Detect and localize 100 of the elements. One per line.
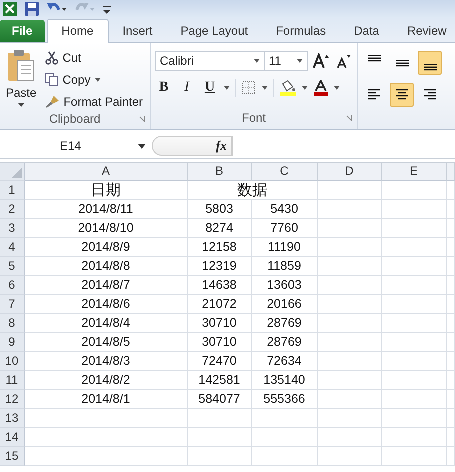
cut-button[interactable]: Cut (44, 49, 144, 67)
table-cell (318, 371, 382, 390)
ribbon-tab[interactable]: Data (340, 20, 394, 42)
table-cell (382, 181, 447, 200)
table-cell (318, 200, 382, 219)
column-header[interactable]: D (318, 163, 382, 181)
column-header[interactable]: B (188, 163, 252, 181)
row-header[interactable]: 8 (0, 314, 25, 333)
table-cell (188, 447, 252, 466)
paste-button[interactable]: Paste (4, 47, 39, 111)
copy-button[interactable]: Copy (44, 71, 144, 89)
table-cell: 日期 (25, 181, 188, 200)
row-header[interactable]: 9 (0, 333, 25, 352)
align-lines-icon (396, 60, 408, 66)
ribbon-tab[interactable]: Page Layout (166, 20, 262, 42)
table-cell: 28769 (252, 333, 318, 352)
bold-button[interactable]: B (155, 79, 173, 97)
save-icon[interactable] (24, 1, 40, 17)
dialog-launcher-icon[interactable] (346, 115, 353, 122)
row-header[interactable]: 5 (0, 257, 25, 276)
table-cell (188, 428, 252, 447)
table-cell: 2014/8/4 (25, 314, 188, 333)
table-cell: 142581 (188, 371, 252, 390)
borders-icon[interactable] (241, 80, 257, 96)
caret-icon[interactable] (302, 86, 308, 90)
caret-icon[interactable] (334, 86, 340, 90)
italic-button[interactable]: I (178, 79, 196, 97)
table-cell: 2014/8/7 (25, 276, 188, 295)
table-cell (318, 314, 382, 333)
align-center-button[interactable] (390, 83, 414, 107)
table-cell: 584077 (188, 390, 252, 409)
ribbon-tab[interactable]: Formulas (262, 20, 340, 42)
group-label: Clipboard (49, 112, 101, 126)
table-cell: 2014/8/8 (25, 257, 188, 276)
excel-icon[interactable] (2, 1, 18, 17)
row-header[interactable]: 7 (0, 295, 25, 314)
format-painter-button[interactable]: Format Painter (44, 93, 144, 111)
caret-icon[interactable] (262, 86, 268, 90)
caret-icon (138, 144, 146, 148)
ribbon-tab[interactable]: Review (393, 20, 455, 42)
table-cell (318, 219, 382, 238)
ribbon-tab[interactable]: Insert (108, 20, 167, 42)
table-cell: 21072 (188, 295, 252, 314)
table-cell (188, 409, 252, 428)
column-header[interactable]: E (382, 163, 447, 181)
ribbon-tab[interactable]: Home (46, 19, 109, 43)
caret-icon (94, 78, 101, 82)
table-cell (382, 409, 447, 428)
underline-button[interactable]: U (201, 79, 219, 97)
row-header[interactable]: 11 (0, 371, 25, 390)
table-cell (318, 295, 382, 314)
table-cell: 2014/8/2 (25, 371, 188, 390)
table-cell: 2014/8/9 (25, 238, 188, 257)
fill-color-icon[interactable] (279, 80, 297, 96)
column-header[interactable]: C (252, 163, 318, 181)
align-lines-icon (424, 64, 436, 71)
table-cell (382, 238, 447, 257)
caret-icon (254, 59, 260, 63)
table-cell (382, 428, 447, 447)
table-cell (382, 314, 447, 333)
row-header[interactable]: 13 (0, 409, 25, 428)
table-cell: 2014/8/3 (25, 352, 188, 371)
grow-font-icon[interactable] (313, 53, 331, 69)
row-header[interactable]: 6 (0, 276, 25, 295)
row-header[interactable]: 14 (0, 428, 25, 447)
table-cell: 2014/8/6 (25, 295, 188, 314)
row-header[interactable]: 1 (0, 181, 25, 200)
name-box[interactable]: E14 (0, 136, 152, 156)
align-bottom-button[interactable] (418, 51, 442, 75)
table-cell (318, 352, 382, 371)
row-header[interactable]: 3 (0, 219, 25, 238)
row-header[interactable]: 12 (0, 390, 25, 409)
brush-icon (44, 95, 60, 109)
row-header[interactable]: 15 (0, 447, 25, 466)
shrink-font-icon[interactable] (336, 53, 352, 69)
table-cell (382, 200, 447, 219)
caret-icon[interactable] (224, 86, 230, 90)
table-cell: 5803 (188, 200, 252, 219)
table-cell: 数据 (188, 181, 318, 200)
table-cell (318, 181, 382, 200)
font-color-icon[interactable] (313, 80, 329, 96)
row-header[interactable]: 4 (0, 238, 25, 257)
row-header[interactable]: 10 (0, 352, 25, 371)
table-cell: 7760 (252, 219, 318, 238)
table-cell: 2014/8/1 (25, 390, 188, 409)
font-name-field[interactable]: Calibri (155, 51, 265, 71)
dialog-launcher-icon[interactable] (139, 116, 146, 123)
column-header[interactable]: A (25, 163, 188, 181)
table-cell: 555366 (252, 390, 318, 409)
table-cell: 13603 (252, 276, 318, 295)
row-header[interactable]: 2 (0, 200, 25, 219)
insert-function-button[interactable]: fx (216, 138, 227, 154)
font-size-field[interactable]: 11 (264, 51, 308, 71)
table-cell: 12158 (188, 238, 252, 257)
group-label: Font (242, 111, 266, 125)
table-cell (318, 390, 382, 409)
ribbon-tab[interactable]: File (0, 20, 45, 42)
table-cell (382, 295, 447, 314)
table-cell (382, 257, 447, 276)
table-cell: 30710 (188, 333, 252, 352)
